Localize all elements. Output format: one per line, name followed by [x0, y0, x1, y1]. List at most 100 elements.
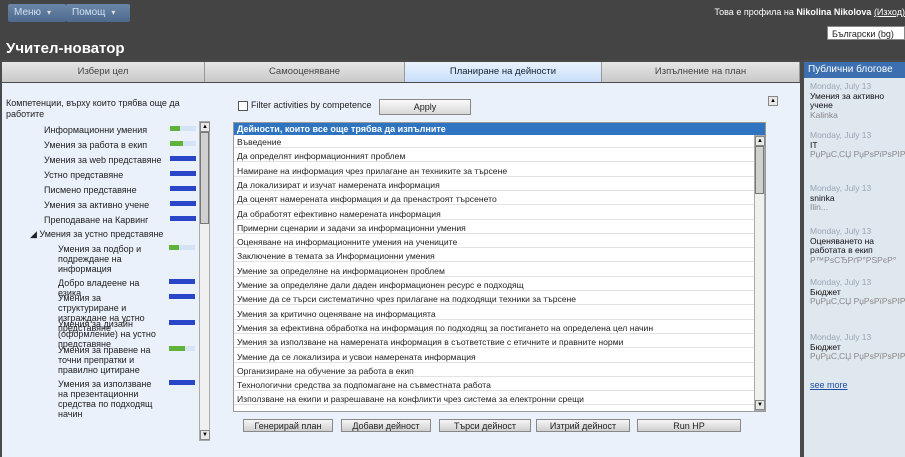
competency-meter — [169, 380, 195, 385]
competency-meter — [170, 126, 196, 131]
competency-scrollbar[interactable]: ▲ ▼ — [199, 121, 210, 441]
blog-post[interactable]: Monday, July 13 Оценяването на работата в… — [810, 227, 905, 265]
competency-label: Преподаване на Карвинг — [44, 215, 149, 225]
competency-item[interactable]: ◢ Умения за устно представяне — [30, 229, 200, 239]
scroll-up-icon[interactable]: ▲ — [200, 122, 210, 132]
delete-activity-button[interactable]: Изтрий дейност — [536, 419, 630, 432]
filter-control[interactable]: Filter activities by competence — [238, 100, 372, 111]
blog-date: Monday, July 13 — [810, 82, 872, 91]
blog-date: Monday, July 13 — [810, 131, 872, 140]
activity-row[interactable]: Намиране на информация чрез прилагане ан… — [234, 165, 754, 177]
blog-post[interactable]: Monday, July 13 Бюджет РџРµС‚СЏ РџРѕРїРѕРІ… — [810, 278, 905, 307]
competency-meter — [170, 201, 196, 206]
competency-meter — [169, 245, 195, 250]
competency-list: Информационни умения Умения за работа в е… — [6, 121, 202, 439]
top-bar: Меню ▾ Помощ ▾ Това е профила на Nikolina … — [0, 0, 905, 60]
activity-row[interactable]: Организиране на обучение за работа в еки… — [234, 365, 754, 377]
blog-post[interactable]: Monday, July 13 sninka Ilin... — [810, 184, 905, 213]
public-blogs-panel: Публични блогове Monday, July 13 Умения з… — [804, 62, 905, 457]
blog-title[interactable]: IT — [810, 141, 905, 151]
tab-choose-goal[interactable]: Избери цел — [2, 62, 205, 82]
blog-title[interactable]: Оценяването на работата в екип — [810, 237, 905, 256]
competency-item[interactable]: Умения за подбор и подреждане на информа… — [58, 244, 162, 274]
blog-post[interactable]: Monday, July 13 IT РџРµС‚СЏ РџРѕРїРѕРІР° — [810, 131, 905, 160]
activity-row[interactable]: Умение за определяне на информационен пр… — [234, 265, 754, 277]
activity-row[interactable]: Да обработят ефективно намерената информ… — [234, 208, 754, 220]
filter-checkbox[interactable] — [238, 100, 248, 111]
competency-label: Умения за подбор и подреждане на информа… — [58, 244, 142, 274]
search-activity-button[interactable]: Търси дейност — [439, 419, 531, 432]
profile-prefix: Това е профила на — [714, 7, 794, 17]
competency-meter — [169, 346, 195, 351]
blog-post[interactable]: Monday, July 13 Умения за активно учене Ka… — [810, 82, 905, 120]
activity-row[interactable]: Използване на екипи и разрешаване на кон… — [234, 393, 754, 406]
activity-row[interactable]: Умение да се локализира и усвои намерена… — [234, 351, 754, 363]
blog-author: РџРµС‚СЏ РџРѕРїРѕРІР° — [810, 352, 905, 361]
blog-post[interactable]: Monday, July 13 Бюджет РџРµС‚СЏ РџРѕРїРѕРІ… — [810, 333, 905, 362]
tab-plan-execution[interactable]: Изпълнение на план — [602, 62, 800, 82]
activity-row[interactable]: Заключение в темата за Информационни уме… — [234, 250, 754, 263]
activity-row[interactable]: Оценяване на информационните умения на у… — [234, 236, 754, 249]
add-activity-button[interactable]: Добави дейност — [341, 419, 431, 432]
menu-button[interactable]: Меню ▾ — [8, 4, 66, 22]
scroll-down-icon[interactable]: ▼ — [755, 400, 765, 410]
activities-scrollbar[interactable]: ▲ ▼ — [754, 135, 765, 411]
scroll-thumb[interactable] — [755, 146, 764, 194]
activity-row[interactable]: Умения за ефективна обработка на информа… — [234, 322, 754, 334]
tab-self-assessment[interactable]: Самооценяване — [205, 62, 405, 82]
blog-title[interactable]: Умения за активно учене — [810, 92, 905, 111]
activities-header: Дейности, които все още трябва да изпълн… — [234, 123, 765, 135]
scroll-up-icon[interactable]: ▲ — [755, 136, 765, 146]
filter-scrollbar[interactable]: ▲ — [768, 96, 779, 136]
competency-item[interactable]: Писмено представяне — [44, 185, 162, 195]
blog-title[interactable]: sninka — [810, 194, 905, 204]
blog-author: Kalinka — [810, 110, 838, 120]
scroll-down-icon[interactable]: ▼ — [200, 430, 210, 440]
competency-meter — [170, 156, 196, 161]
app-title: Учител-новатор — [6, 40, 125, 57]
scroll-thumb[interactable] — [200, 132, 209, 224]
activity-row[interactable]: Примерни сценарии и задачи за информацио… — [234, 222, 754, 234]
language-select[interactable]: Български (bg) — [827, 26, 905, 40]
competency-item[interactable]: Информационни умения — [44, 125, 162, 135]
activity-row[interactable]: Да оценят намерената информация и да пре… — [234, 193, 754, 206]
competency-item[interactable]: Умения за активно учене — [44, 200, 162, 210]
activity-row[interactable]: Да определят информационният проблем — [234, 150, 754, 163]
activity-row[interactable]: Технологични средства за подпомагане на … — [234, 379, 754, 392]
activity-row[interactable]: Умение за определяне дали даден информац… — [234, 279, 754, 291]
tab-activity-planning[interactable]: Планиране на дейности — [405, 62, 602, 82]
generate-plan-button[interactable]: Генерирай план — [243, 419, 333, 432]
see-more-link[interactable]: see more — [810, 380, 848, 390]
profile-info: Това е профила на Nikolina Nikolova (Изх… — [714, 7, 905, 17]
activity-row[interactable]: Умение да се търси систематично чрез при… — [234, 293, 754, 306]
activity-row[interactable]: Умения за критично оценяване на информац… — [234, 308, 754, 320]
competency-item[interactable]: Умения за web представяне — [44, 155, 162, 165]
activity-row[interactable]: Да локализират и изучат намерената инфор… — [234, 179, 754, 191]
competency-item[interactable]: Преподаване на Карвинг — [44, 215, 162, 225]
blog-author: Ilin... — [810, 203, 828, 212]
competency-item[interactable]: Устно представяне — [44, 170, 162, 180]
run-hp-button[interactable]: Run HP — [637, 419, 741, 432]
competency-label: Умения за активно учене — [44, 200, 150, 210]
logout-link[interactable]: (Изход) — [874, 7, 905, 17]
activity-row[interactable]: Въведение — [234, 136, 754, 148]
competency-label: Умения за използване на презентационни с… — [58, 379, 153, 419]
apply-button[interactable]: Apply — [379, 99, 471, 115]
scroll-up-icon[interactable]: ▲ — [768, 96, 778, 106]
activity-row[interactable]: Умения за използване на намерената инфор… — [234, 336, 754, 349]
competency-label: Умения за web представяне — [44, 155, 162, 165]
blog-date: Monday, July 13 — [810, 184, 872, 193]
competency-item[interactable]: Умения за работа в екип — [44, 140, 162, 150]
competency-item[interactable]: Умения за използване на презентационни с… — [58, 379, 162, 419]
blog-title[interactable]: Бюджет — [810, 343, 905, 353]
competency-meter — [169, 294, 195, 299]
activities-table: Дейности, които все още трябва да изпълн… — [233, 122, 766, 412]
competency-label: Умения за правене на точни препратки и п… — [58, 345, 151, 375]
blog-title[interactable]: Бюджет — [810, 288, 905, 298]
profile-name[interactable]: Nikolina Nikolova — [796, 7, 871, 17]
competency-item[interactable]: Умения за правене на точни препратки и п… — [58, 345, 162, 375]
competency-label: Умения за работа в екип — [44, 140, 148, 150]
chevron-down-icon: ▾ — [47, 8, 52, 17]
menu-label: Меню — [14, 7, 42, 18]
help-button[interactable]: Помощ ▾ — [66, 4, 130, 22]
